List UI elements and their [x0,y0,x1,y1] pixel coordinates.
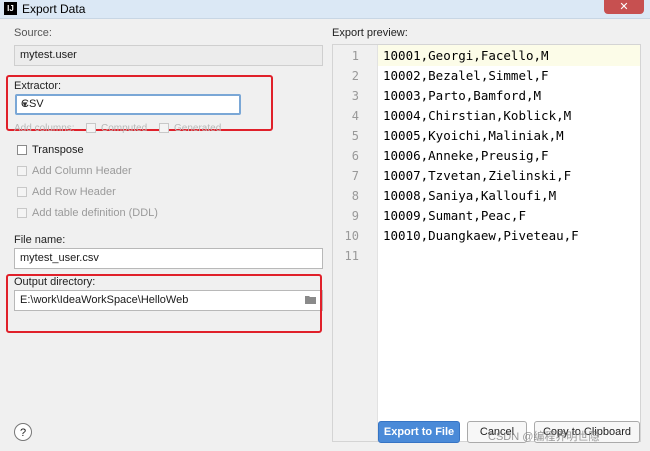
generated-checkbox [159,123,169,134]
preview-line: 10005,Kyoichi,Maliniak,M [383,128,564,143]
preview-line: 10010,Duangkaew,Piveteau,F [383,228,579,243]
generated-option: Generated [159,123,221,134]
preview-line: 10008,Saniya,Kalloufi,M [383,188,557,203]
transpose-checkbox[interactable] [17,145,27,156]
export-preview[interactable]: 1 2 3 4 5 6 7 8 9 10 11 10001,Georgi,Fac… [332,44,641,442]
line-number: 1 [351,49,359,63]
intellij-icon: IJ [4,2,17,15]
line-number: 4 [351,109,359,123]
preview-line: 10004,Chirstian,Koblick,M [383,108,572,123]
line-number: 6 [351,149,359,163]
help-button[interactable]: ? [14,423,32,441]
source-field: mytest.user [14,45,323,66]
preview-line: 10009,Sumant,Peac,F [383,208,526,223]
row-header-option: Add Row Header [17,186,116,200]
window-title: Export Data [22,2,86,16]
watermark: CSDN @编程界明世隐 [488,431,600,443]
preview-line: 10001,Georgi,Facello,M [383,48,549,63]
line-number: 8 [351,189,359,203]
column-header-checkbox [17,166,27,177]
ddl-checkbox [17,208,27,219]
preview-line: 10002,Bezalel,Simmel,F [383,68,549,83]
file-name-label: File name: [14,234,66,246]
line-number: 11 [344,249,359,263]
source-label: Source: [14,27,52,39]
row-header-label: Add Row Header [32,186,116,198]
ddl-option: Add table definition (DDL) [17,207,158,221]
preview-line: 10003,Parto,Bamford,M [383,88,542,103]
preview-line: 10007,Tzvetan,Zielinski,F [383,168,572,183]
generated-label: Generated [174,123,222,134]
ddl-label: Add table definition (DDL) [32,207,158,219]
close-button[interactable]: ✕ [604,0,644,14]
title-bar: IJ Export Data ✕ [0,0,650,19]
line-number: 9 [351,209,359,223]
column-header-option: Add Column Header [17,165,132,179]
line-number: 10 [344,229,359,243]
line-number-gutter [333,45,378,441]
row-header-checkbox [17,187,27,198]
computed-label: Computed [101,123,148,134]
highlight-output-dir [6,274,322,333]
transpose-label: Transpose [32,144,84,156]
add-columns-label: Add columns: [14,123,75,134]
line-number: 2 [351,69,359,83]
transpose-option[interactable]: Transpose [17,144,84,158]
computed-option: Computed [86,123,147,134]
preview-line: 10006,Anneke,Preusig,F [383,148,549,163]
preview-label: Export preview: [332,27,408,39]
line-number: 7 [351,169,359,183]
computed-checkbox [86,123,96,134]
export-to-file-button[interactable]: Export to File [378,421,460,443]
column-header-label: Add Column Header [32,165,132,177]
line-number: 5 [351,129,359,143]
file-name-input[interactable]: mytest_user.csv [14,248,323,269]
line-number: 3 [351,89,359,103]
